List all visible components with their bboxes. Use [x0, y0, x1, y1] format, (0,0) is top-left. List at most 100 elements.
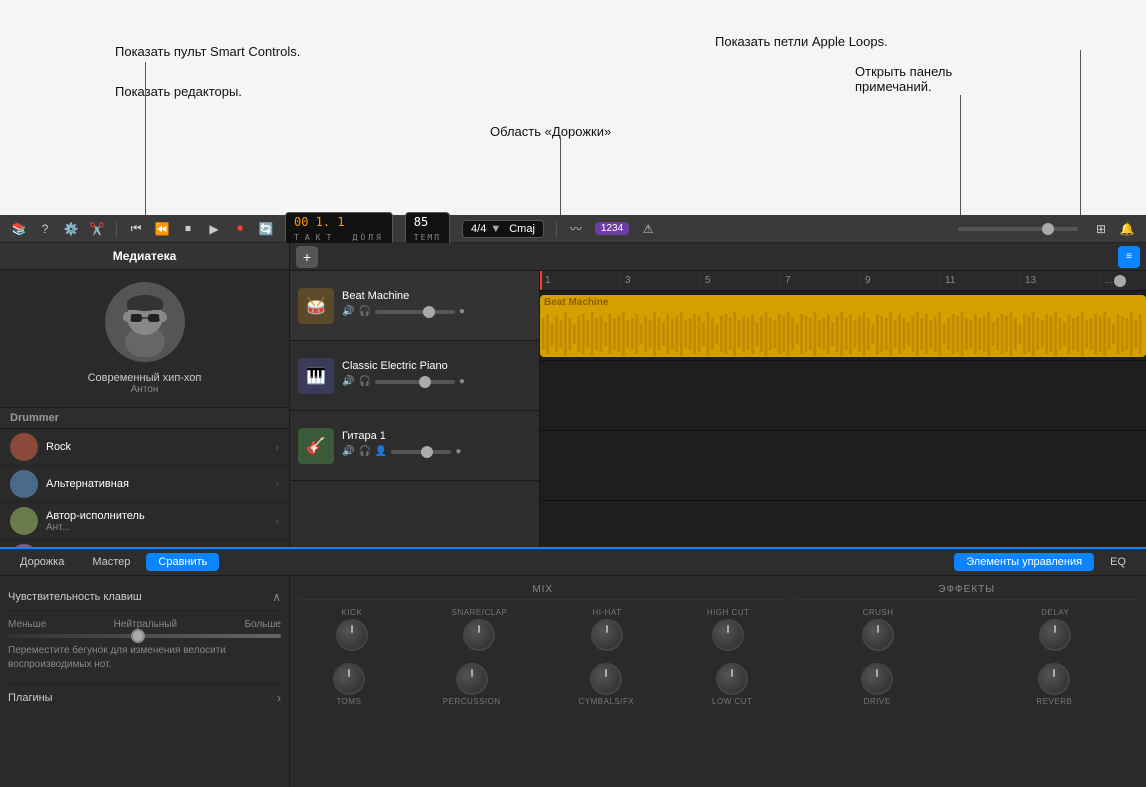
track-header-piano[interactable]: 🎹 Classic Electric Piano 🔊 🎧 ● — [290, 341, 539, 411]
volume-slider-guitar[interactable] — [391, 450, 451, 454]
mix-section: MIX KICK SNARE/CLAP — [298, 584, 787, 779]
knob-kick[interactable] — [336, 619, 368, 651]
ruler-mark-1: 1 — [540, 275, 620, 286]
toolbar-separator-2 — [556, 221, 557, 237]
volume-slider-thumb — [1042, 223, 1054, 235]
dolya-label: ДОЛЯ — [353, 233, 384, 242]
eq-button[interactable]: EQ — [1098, 553, 1138, 571]
scissors-icon[interactable]: ✂️ — [86, 218, 108, 240]
beat-machine-region[interactable]: Beat Machine — [540, 295, 1146, 357]
line-notes — [960, 95, 961, 215]
key-dropdown-icon: ▼ — [490, 223, 501, 235]
avatar[interactable] — [105, 282, 185, 362]
pan-icon-guitar[interactable]: ● — [455, 446, 461, 457]
plugins-label: Плагины — [8, 692, 53, 704]
tracks-header: + ≡ — [290, 243, 1146, 271]
drummer-item-rock[interactable]: Rock › — [0, 429, 289, 466]
drummer-item-singer[interactable]: Автор-исполнитель Ант... › — [0, 503, 289, 540]
tab-compare[interactable]: Сравнить — [146, 553, 219, 571]
track-controls-beat-machine: 🔊 🎧 ● — [342, 306, 531, 317]
volume-slider-piano[interactable] — [375, 380, 455, 384]
drummer-item-alt[interactable]: Альтернативная › — [0, 466, 289, 503]
sensitivity-chevron-icon: ∧ — [272, 590, 281, 604]
pan-icon-piano[interactable]: ● — [459, 376, 465, 387]
master-volume-control[interactable] — [958, 227, 1078, 231]
waveform-beat-machine — [540, 310, 1146, 357]
knob-toms[interactable] — [333, 663, 365, 695]
track-controls-guitar: 🔊 🎧 👤 ● — [342, 446, 531, 457]
ruler-mark-13: 13 — [1020, 275, 1100, 286]
controls-button[interactable]: Элементы управления — [954, 553, 1094, 571]
knob-cymbals[interactable] — [590, 663, 622, 695]
transport-display[interactable]: 00 1. 1 ТАКТ ДОЛЯ — [285, 212, 393, 246]
library-icon[interactable]: 📚 — [8, 218, 30, 240]
knob-hihat[interactable] — [591, 619, 623, 651]
warning-icon[interactable]: ⚠ — [637, 218, 659, 240]
piano-track-lane[interactable] — [540, 361, 1146, 431]
playhead-marker — [540, 271, 542, 290]
knob-perc[interactable] — [456, 663, 488, 695]
velocity-slider[interactable] — [8, 634, 281, 638]
notes-icon[interactable]: 🔔 — [1116, 218, 1138, 240]
person-icon-guitar[interactable]: 👤 — [375, 446, 387, 457]
play-btn[interactable]: ▶ — [203, 218, 225, 240]
add-track-button[interactable]: + — [296, 246, 318, 268]
tab-master[interactable]: Мастер — [80, 553, 142, 571]
mute-icon-guitar[interactable]: 🔊 — [342, 446, 354, 457]
track-icon-guitar: 🎸 — [298, 428, 334, 464]
volume-slider-bm[interactable] — [375, 310, 455, 314]
timeline: 1 3 5 7 9 11 13 ... Beat Mach — [540, 271, 1146, 547]
velocity-scale: Меньше Нейтральный Больше — [8, 619, 281, 630]
track-info-beat-machine: Beat Machine 🔊 🎧 ● — [342, 290, 531, 321]
headphone-icon-piano[interactable]: 🎧 — [358, 376, 370, 387]
plugins-row[interactable]: Плагины › — [8, 684, 281, 711]
knob-group-hihat: HI-HAT — [591, 608, 623, 651]
mute-icon-bm[interactable]: 🔊 — [342, 306, 354, 317]
drummer-item-rnb[interactable]: Ритм-энд-блюз Морис › — [0, 540, 289, 547]
key-signature-display[interactable]: 4/4 ▼ Cmaj — [462, 220, 544, 238]
drummer-info-alt: Альтернативная — [46, 478, 276, 490]
question-icon[interactable]: ? — [34, 218, 56, 240]
track-controls-piano: 🔊 🎧 ● — [342, 376, 531, 387]
stop-btn[interactable]: ⏹ — [177, 218, 199, 240]
knob-reverb[interactable] — [1038, 663, 1070, 695]
mute-icon-piano[interactable]: 🔊 — [342, 376, 354, 387]
track-header-guitar[interactable]: 🎸 Гитара 1 🔊 🎧 👤 ● — [290, 411, 539, 481]
knob-group-highcut: HIGH CUT — [707, 608, 750, 651]
knob-drive[interactable] — [861, 663, 893, 695]
guitar-track-lane[interactable] — [540, 431, 1146, 501]
track-name-beat-machine: Beat Machine — [342, 290, 531, 302]
track-header-beat-machine[interactable]: 🥁 Beat Machine 🔊 🎧 ● — [290, 271, 539, 341]
browser-icon[interactable]: ⊞ — [1090, 218, 1112, 240]
record-btn[interactable]: ⏺ — [229, 218, 251, 240]
knob-lowcut[interactable] — [716, 663, 748, 695]
track-name-guitar: Гитара 1 — [342, 430, 531, 442]
automation-icon[interactable]: 〰 — [565, 218, 587, 240]
velocity-neutral: Нейтральный — [114, 619, 177, 630]
beat-machine-track-lane[interactable]: Beat Machine — [540, 291, 1146, 361]
knob-delay[interactable] — [1039, 619, 1071, 651]
tempo-display[interactable]: 85 ТЕМП — [405, 212, 450, 246]
mix-section-title: MIX — [298, 584, 787, 600]
rewind-btn[interactable]: ⏮ — [125, 218, 147, 240]
skip-back-btn[interactable]: ⏪ — [151, 218, 173, 240]
knob-highcut[interactable] — [712, 619, 744, 651]
tab-track[interactable]: Дорожка — [8, 553, 76, 571]
velocity-more: Больше — [244, 619, 281, 630]
tracks-options-btn[interactable]: ≡ — [1118, 246, 1140, 268]
sensitivity-row[interactable]: Чувствительность клавиш ∧ — [8, 584, 281, 611]
smart-controls-icon[interactable]: ⚙️ — [60, 218, 82, 240]
loop-btn[interactable]: 🔄 — [255, 218, 277, 240]
knob-snare[interactable] — [463, 619, 495, 651]
knob-crush[interactable] — [862, 619, 894, 651]
library-header: Медиатека — [0, 243, 289, 270]
chevron-icon-singer: › — [276, 516, 279, 527]
line-apple-loops — [1080, 50, 1081, 215]
bottom-left-panel: Чувствительность клавиш ∧ Меньше Нейтрал… — [0, 576, 290, 787]
pan-icon-bm[interactable]: ● — [459, 306, 465, 317]
headphone-icon-guitar[interactable]: 🎧 — [358, 446, 370, 457]
ruler-mark-7: 7 — [780, 275, 860, 286]
knob-group-kick: KICK — [336, 608, 368, 651]
ruler-mark-5: 5 — [700, 275, 780, 286]
headphone-icon-bm[interactable]: 🎧 — [358, 306, 370, 317]
